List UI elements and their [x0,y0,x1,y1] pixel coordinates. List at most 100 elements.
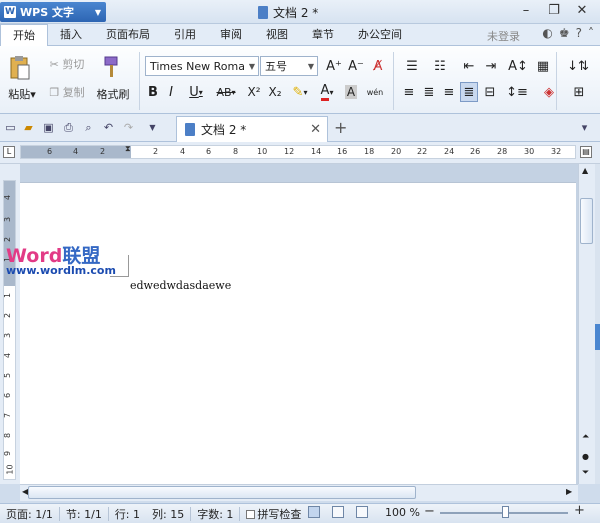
ruler-tick: 20 [391,147,402,156]
copy-button[interactable]: ❐ 复制 [44,84,90,100]
cut-button[interactable]: ✂ 剪切 [44,56,90,72]
ribbon: 粘贴 ▾ ✂ 剪切 ❐ 复制 格式刷 Times New Roma ▼ 五号 ▼ A⁺… [0,46,600,114]
document-tab[interactable]: 文档 2 * ✕ [176,116,328,142]
ruler-tick: 8 [3,432,13,439]
restore-button[interactable]: ❐ [540,2,568,20]
tab-options-icon[interactable]: ▾ [578,121,591,134]
decrease-indent-icon[interactable]: ⇤ [460,56,478,76]
underline-button[interactable]: U ▾ [183,82,209,102]
table-icon[interactable]: ▦ [534,56,552,76]
tab-home[interactable]: 开始 [0,23,48,46]
increase-indent-icon[interactable]: ⇥ [482,56,500,76]
ruler-tick: 2 [100,147,106,156]
indent-marker-icon[interactable]: ⧗ [125,144,131,154]
numbered-list-icon[interactable]: ☷ [428,56,452,76]
undo-icon[interactable]: ↶ [102,121,115,134]
tab-office-space[interactable]: 办公空间 [346,24,414,46]
tab-sections[interactable]: 章节 [300,24,346,46]
tab-references[interactable]: 引用 [162,24,208,46]
horizontal-scroll-thumb[interactable] [28,486,416,499]
zoom-in-button[interactable]: + [574,503,585,518]
font-color-button[interactable]: A ▾ [314,82,340,102]
close-window-button[interactable]: ✕ [568,2,596,20]
document-body-text[interactable]: edwedwdasdaewe [130,279,231,292]
tab-insert[interactable]: 插入 [48,24,94,46]
font-name-select[interactable]: Times New Roma ▼ [145,56,259,76]
ruler-tick: 1 [3,292,13,299]
window-controls: – ❐ ✕ [512,2,596,20]
page-view-button[interactable] [308,506,320,518]
align-left-icon[interactable]: ≡ [400,82,418,102]
shading-icon[interactable]: ◈ [536,82,562,102]
sort-icon[interactable]: ↓⇅ [560,56,596,76]
italic-button[interactable]: I [163,82,179,102]
tab-view[interactable]: 视图 [254,24,300,46]
print-icon[interactable]: ⎙ [62,121,75,134]
vertical-scroll-thumb[interactable] [580,198,593,244]
skin-icon[interactable]: ◐ [542,26,552,40]
clear-format-icon[interactable]: A̸ [368,56,388,76]
grow-font-button[interactable]: A⁺ [324,56,344,76]
ruler-tick: 24 [444,147,455,156]
tab-review[interactable]: 审阅 [208,24,254,46]
close-tab-button[interactable]: ✕ [310,122,321,137]
paste-icon[interactable] [8,54,32,82]
justify-icon[interactable]: ≣ [460,82,478,102]
qat-menu-icon[interactable]: ▼ [146,121,159,134]
zoom-level[interactable]: 100 % [385,506,420,519]
scroll-up-icon[interactable]: ▲ [582,166,588,175]
highlight-button[interactable]: ✎ ▾ [287,82,313,102]
web-view-button[interactable] [356,506,368,518]
distributed-icon[interactable]: ⊟ [481,82,499,102]
align-center-icon[interactable]: ≣ [420,82,438,102]
superscript-button[interactable]: X² [244,82,264,102]
border-icon[interactable]: ⊞ [564,82,594,102]
prev-page-icon[interactable]: ⏶ [582,432,589,442]
format-painter-icon[interactable] [100,54,124,80]
print-preview-icon[interactable]: ⌕ [82,121,95,134]
bold-button[interactable]: B [145,82,161,102]
strikethrough-button[interactable]: AB ▾ [211,82,241,102]
vertical-ruler[interactable]: 4 3 2 1 1 2 3 4 5 6 7 8 9 10 [3,180,16,480]
redo-icon[interactable]: ↷ [122,121,135,134]
next-page-icon[interactable]: ⏷ [582,468,589,478]
help-icon[interactable]: ? [576,26,582,40]
app-menu-button[interactable]: W WPS 文字 ▼ [0,2,106,22]
minimize-button[interactable]: – [512,2,540,20]
zoom-out-button[interactable]: − [424,504,435,519]
zoom-slider-handle[interactable] [502,506,509,518]
shrink-font-button[interactable]: A⁻ [346,56,366,76]
select-browse-icon[interactable]: ● [582,452,589,461]
status-page[interactable]: 页面: 1/1 [0,506,59,522]
ruler-tick: 26 [470,147,481,156]
tab-stop-selector[interactable]: L [3,146,15,158]
tab-page-layout[interactable]: 页面布局 [94,24,162,46]
paste-button[interactable]: 粘贴 ▾ [4,86,40,102]
outline-view-button[interactable] [332,506,344,518]
line-spacing-icon[interactable]: ↕≡ [504,82,530,102]
collapse-ribbon-icon[interactable]: ˄ [588,26,594,40]
scroll-right-icon[interactable]: ▶ [566,487,572,496]
spell-check-toggle[interactable]: 拼写检查 [240,506,307,522]
save-icon[interactable]: ▣ [42,121,55,134]
new-tab-button[interactable]: + [334,118,347,137]
side-panel-tab[interactable] [595,324,600,350]
char-shading-button[interactable]: A [342,82,360,102]
bullet-list-icon[interactable]: ☰ [400,56,424,76]
shirt-icon[interactable]: ♚ [559,26,570,40]
ruler-tick: 3 [3,216,13,223]
new-doc-icon[interactable]: ▭ [4,121,17,134]
font-size-select[interactable]: 五号 ▼ [260,56,318,76]
format-painter-button[interactable]: 格式刷 [92,86,134,102]
ruler-toggle-icon[interactable]: ▤ [580,146,592,158]
login-status[interactable]: 未登录 [487,28,520,44]
text-direction-icon[interactable]: A↕ [506,56,530,76]
copy-icon: ❐ [49,85,60,99]
document-page[interactable] [20,182,576,484]
status-word-count[interactable]: 字数: 1 [191,506,239,522]
subscript-button[interactable]: X₂ [265,82,285,102]
phonetic-guide-button[interactable]: wén [362,82,388,102]
open-folder-icon[interactable]: ▰ [22,121,35,134]
align-right-icon[interactable]: ≡ [440,82,458,102]
horizontal-ruler[interactable]: 6 4 2 2 4 6 8 10 12 14 16 18 20 22 24 26… [20,144,576,159]
